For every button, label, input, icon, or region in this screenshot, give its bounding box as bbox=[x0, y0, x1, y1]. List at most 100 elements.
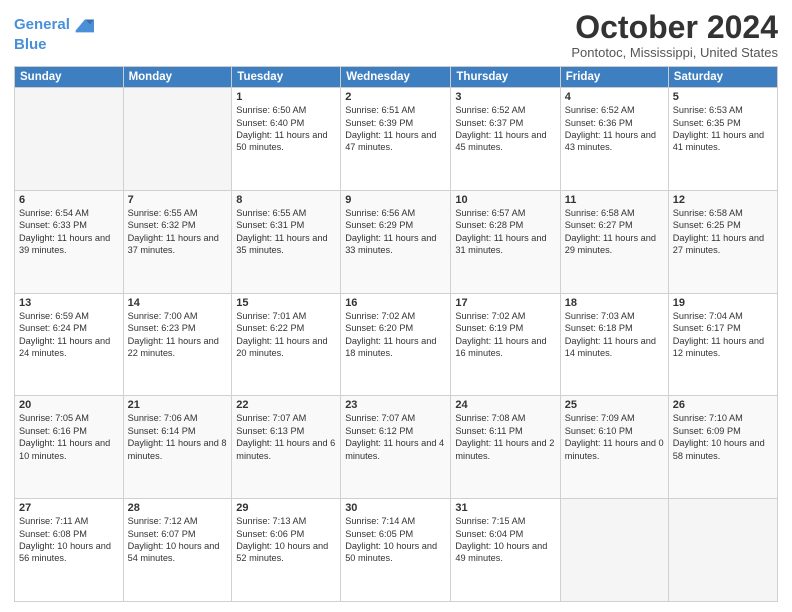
sunrise-text: Sunrise: 6:51 AM bbox=[345, 104, 446, 116]
weekday-header-friday: Friday bbox=[560, 67, 668, 88]
weekday-header-monday: Monday bbox=[123, 67, 232, 88]
sunrise-text: Sunrise: 6:58 AM bbox=[673, 207, 773, 219]
sunrise-text: Sunrise: 7:08 AM bbox=[455, 412, 555, 424]
calendar-cell: 10Sunrise: 6:57 AMSunset: 6:28 PMDayligh… bbox=[451, 190, 560, 293]
day-number: 1 bbox=[236, 91, 336, 103]
day-number: 27 bbox=[19, 502, 119, 514]
logo-text-blue: Blue bbox=[14, 36, 47, 53]
sunset-text: Sunset: 6:17 PM bbox=[673, 322, 773, 334]
daylight-text: Daylight: 11 hours and 6 minutes. bbox=[236, 437, 336, 462]
sunrise-text: Sunrise: 7:04 AM bbox=[673, 310, 773, 322]
day-number: 3 bbox=[455, 91, 555, 103]
weekday-header-tuesday: Tuesday bbox=[232, 67, 341, 88]
sunrise-text: Sunrise: 7:13 AM bbox=[236, 515, 336, 527]
calendar-cell: 27Sunrise: 7:11 AMSunset: 6:08 PMDayligh… bbox=[15, 499, 124, 602]
sunset-text: Sunset: 6:29 PM bbox=[345, 219, 446, 231]
daylight-text: Daylight: 11 hours and 16 minutes. bbox=[455, 335, 555, 360]
calendar-cell: 12Sunrise: 6:58 AMSunset: 6:25 PMDayligh… bbox=[668, 190, 777, 293]
day-number: 31 bbox=[455, 502, 555, 514]
calendar-cell: 24Sunrise: 7:08 AMSunset: 6:11 PMDayligh… bbox=[451, 396, 560, 499]
daylight-text: Daylight: 11 hours and 29 minutes. bbox=[565, 232, 664, 257]
day-number: 22 bbox=[236, 399, 336, 411]
day-number: 14 bbox=[128, 297, 228, 309]
daylight-text: Daylight: 11 hours and 10 minutes. bbox=[19, 437, 119, 462]
sunset-text: Sunset: 6:28 PM bbox=[455, 219, 555, 231]
daylight-text: Daylight: 10 hours and 50 minutes. bbox=[345, 540, 446, 565]
weekday-header-wednesday: Wednesday bbox=[341, 67, 451, 88]
daylight-text: Daylight: 11 hours and 20 minutes. bbox=[236, 335, 336, 360]
day-number: 12 bbox=[673, 194, 773, 206]
day-number: 17 bbox=[455, 297, 555, 309]
calendar-cell: 30Sunrise: 7:14 AMSunset: 6:05 PMDayligh… bbox=[341, 499, 451, 602]
sunrise-text: Sunrise: 7:02 AM bbox=[455, 310, 555, 322]
calendar-cell: 17Sunrise: 7:02 AMSunset: 6:19 PMDayligh… bbox=[451, 293, 560, 396]
location: Pontotoc, Mississippi, United States bbox=[571, 45, 778, 60]
daylight-text: Daylight: 11 hours and 41 minutes. bbox=[673, 129, 773, 154]
daylight-text: Daylight: 11 hours and 0 minutes. bbox=[565, 437, 664, 462]
calendar-cell: 31Sunrise: 7:15 AMSunset: 6:04 PMDayligh… bbox=[451, 499, 560, 602]
sunrise-text: Sunrise: 7:03 AM bbox=[565, 310, 664, 322]
daylight-text: Daylight: 11 hours and 35 minutes. bbox=[236, 232, 336, 257]
day-number: 30 bbox=[345, 502, 446, 514]
calendar-cell bbox=[560, 499, 668, 602]
calendar-cell: 21Sunrise: 7:06 AMSunset: 6:14 PMDayligh… bbox=[123, 396, 232, 499]
sunset-text: Sunset: 6:08 PM bbox=[19, 528, 119, 540]
daylight-text: Daylight: 11 hours and 27 minutes. bbox=[673, 232, 773, 257]
calendar-cell: 9Sunrise: 6:56 AMSunset: 6:29 PMDaylight… bbox=[341, 190, 451, 293]
day-number: 15 bbox=[236, 297, 336, 309]
calendar-cell: 2Sunrise: 6:51 AMSunset: 6:39 PMDaylight… bbox=[341, 88, 451, 191]
day-number: 21 bbox=[128, 399, 228, 411]
daylight-text: Daylight: 10 hours and 56 minutes. bbox=[19, 540, 119, 565]
day-number: 20 bbox=[19, 399, 119, 411]
title-block: October 2024 Pontotoc, Mississippi, Unit… bbox=[571, 10, 778, 60]
daylight-text: Daylight: 10 hours and 49 minutes. bbox=[455, 540, 555, 565]
daylight-text: Daylight: 11 hours and 43 minutes. bbox=[565, 129, 664, 154]
day-number: 8 bbox=[236, 194, 336, 206]
calendar-cell: 26Sunrise: 7:10 AMSunset: 6:09 PMDayligh… bbox=[668, 396, 777, 499]
logo-icon bbox=[72, 14, 94, 36]
sunset-text: Sunset: 6:39 PM bbox=[345, 117, 446, 129]
calendar-cell bbox=[668, 499, 777, 602]
sunrise-text: Sunrise: 7:00 AM bbox=[128, 310, 228, 322]
sunset-text: Sunset: 6:10 PM bbox=[565, 425, 664, 437]
daylight-text: Daylight: 11 hours and 39 minutes. bbox=[19, 232, 119, 257]
sunset-text: Sunset: 6:22 PM bbox=[236, 322, 336, 334]
day-number: 29 bbox=[236, 502, 336, 514]
week-row-4: 20Sunrise: 7:05 AMSunset: 6:16 PMDayligh… bbox=[15, 396, 778, 499]
weekday-header-thursday: Thursday bbox=[451, 67, 560, 88]
sunset-text: Sunset: 6:07 PM bbox=[128, 528, 228, 540]
week-row-5: 27Sunrise: 7:11 AMSunset: 6:08 PMDayligh… bbox=[15, 499, 778, 602]
sunset-text: Sunset: 6:16 PM bbox=[19, 425, 119, 437]
sunset-text: Sunset: 6:14 PM bbox=[128, 425, 228, 437]
calendar-cell: 20Sunrise: 7:05 AMSunset: 6:16 PMDayligh… bbox=[15, 396, 124, 499]
daylight-text: Daylight: 11 hours and 50 minutes. bbox=[236, 129, 336, 154]
day-number: 23 bbox=[345, 399, 446, 411]
sunrise-text: Sunrise: 6:55 AM bbox=[128, 207, 228, 219]
sunrise-text: Sunrise: 7:06 AM bbox=[128, 412, 228, 424]
sunrise-text: Sunrise: 7:14 AM bbox=[345, 515, 446, 527]
calendar-cell: 18Sunrise: 7:03 AMSunset: 6:18 PMDayligh… bbox=[560, 293, 668, 396]
sunset-text: Sunset: 6:31 PM bbox=[236, 219, 336, 231]
sunrise-text: Sunrise: 6:59 AM bbox=[19, 310, 119, 322]
daylight-text: Daylight: 10 hours and 58 minutes. bbox=[673, 437, 773, 462]
day-number: 4 bbox=[565, 91, 664, 103]
sunrise-text: Sunrise: 6:50 AM bbox=[236, 104, 336, 116]
sunset-text: Sunset: 6:23 PM bbox=[128, 322, 228, 334]
sunset-text: Sunset: 6:13 PM bbox=[236, 425, 336, 437]
sunrise-text: Sunrise: 6:52 AM bbox=[455, 104, 555, 116]
day-number: 9 bbox=[345, 194, 446, 206]
sunset-text: Sunset: 6:20 PM bbox=[345, 322, 446, 334]
day-number: 24 bbox=[455, 399, 555, 411]
sunset-text: Sunset: 6:37 PM bbox=[455, 117, 555, 129]
sunrise-text: Sunrise: 7:12 AM bbox=[128, 515, 228, 527]
daylight-text: Daylight: 11 hours and 24 minutes. bbox=[19, 335, 119, 360]
calendar-cell: 25Sunrise: 7:09 AMSunset: 6:10 PMDayligh… bbox=[560, 396, 668, 499]
calendar-cell: 14Sunrise: 7:00 AMSunset: 6:23 PMDayligh… bbox=[123, 293, 232, 396]
day-number: 25 bbox=[565, 399, 664, 411]
day-number: 16 bbox=[345, 297, 446, 309]
logo-text: General bbox=[14, 17, 70, 34]
calendar-table: SundayMondayTuesdayWednesdayThursdayFrid… bbox=[14, 66, 778, 602]
daylight-text: Daylight: 11 hours and 31 minutes. bbox=[455, 232, 555, 257]
sunset-text: Sunset: 6:06 PM bbox=[236, 528, 336, 540]
sunset-text: Sunset: 6:11 PM bbox=[455, 425, 555, 437]
